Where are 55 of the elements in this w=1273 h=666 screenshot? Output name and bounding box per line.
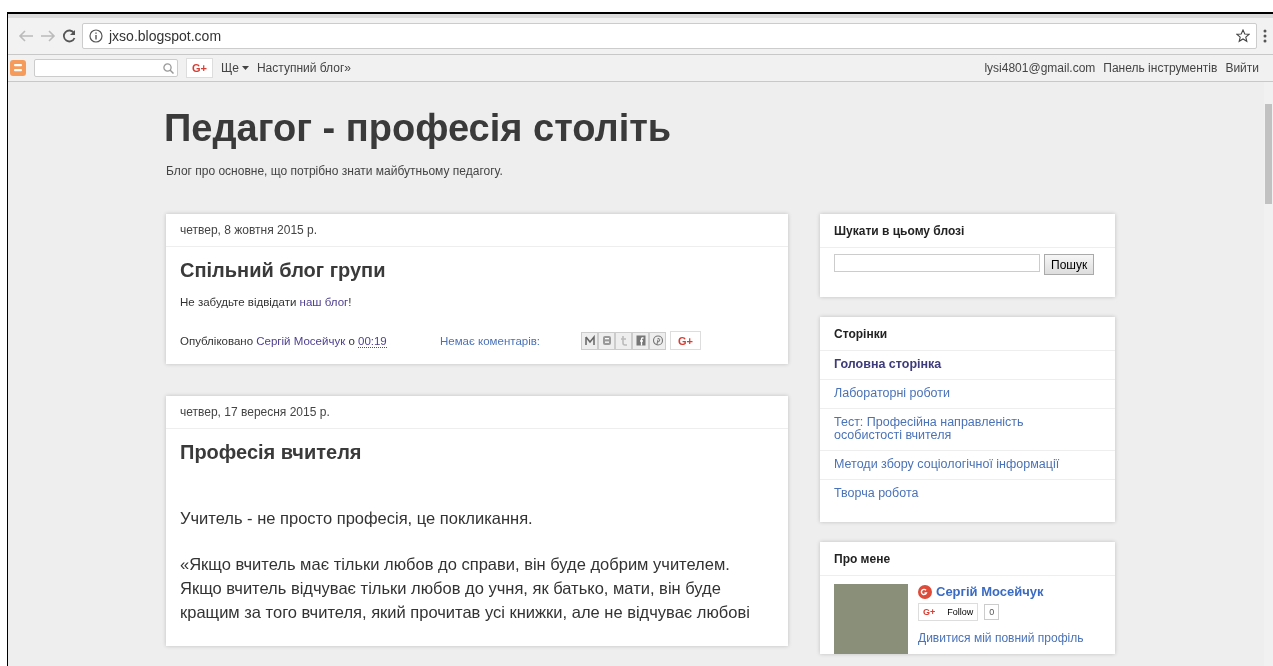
caret-icon[interactable] (241, 66, 249, 70)
sign-out-link[interactable]: Вийти (1225, 61, 1259, 75)
search-button[interactable]: Пошук (1044, 254, 1095, 275)
twitter-share-icon[interactable] (618, 335, 629, 346)
gplus-badge-icon (918, 584, 932, 599)
post-title[interactable]: Спільний блог групи (180, 259, 774, 282)
page-link[interactable]: Головна сторінка (820, 351, 1115, 380)
profile-link[interactable]: Дивитися мій повний профіль (918, 631, 1084, 645)
blog-title[interactable]: Педагог - професія століть (164, 106, 672, 150)
pinterest-share-icon[interactable] (652, 335, 663, 346)
widget-title: Сторінки (820, 317, 1115, 351)
post-date: четвер, 8 жовтня 2015 р. (166, 214, 788, 247)
post-date: четвер, 17 вересня 2015 р. (166, 396, 788, 429)
account-email: lysi4801@gmail.com (984, 61, 1096, 75)
page-link[interactable]: Лабораторні роботи (820, 380, 1115, 409)
follow-label: Follow (947, 607, 974, 617)
scrollbar-thumb[interactable] (1265, 104, 1272, 204)
search-icon[interactable] (163, 62, 174, 74)
follow-button[interactable]: G+ Follow (918, 603, 979, 621)
blog-description: Блог про основне, що потрібно знати майбутньому педагогу. (166, 164, 504, 178)
forward-arrow-icon[interactable] (40, 29, 56, 43)
search-input[interactable] (834, 254, 1040, 272)
star-icon[interactable] (1236, 29, 1250, 43)
post-byline: Опубліковано Сергій Мосейчук о 00:19 (180, 334, 388, 347)
link[interactable]: 00:19 (358, 334, 387, 348)
url-text: jxso.blogspot.com (109, 28, 222, 44)
page-link[interactable]: Творча робота (820, 480, 1115, 508)
page-link[interactable]: Методи збору соціологічної інформації (820, 451, 1115, 480)
menu-icon[interactable] (1263, 29, 1267, 43)
widget-title: Про мене (820, 542, 1115, 576)
post-title[interactable]: Професія вчителя (180, 441, 774, 464)
link[interactable]: Сергій Мосейчук (256, 334, 346, 347)
post-text: «Якщо вчитель має тільки любов до справи, він буде добрим учителем. Якщо вчитель відчуває тільки любов до учня, як батько, мати, він буде кращим за того вчителя, який прочитав усі книжки, але не відчуває любові (180, 554, 751, 623)
facebook-share-icon[interactable] (635, 335, 646, 346)
gplus-share-button[interactable]: G+ (670, 331, 701, 350)
dashboard-link[interactable]: Панель інструментів (1103, 61, 1218, 75)
blogger-logo-icon[interactable] (10, 60, 26, 76)
back-arrow-icon[interactable] (18, 29, 34, 43)
info-icon (89, 29, 103, 43)
page-link[interactable]: Тест: Професійна направленість особистості вчителя (820, 409, 1115, 451)
follower-count: 0 (984, 604, 1000, 620)
profile-name[interactable]: Сергій Мосейчук (936, 584, 1044, 599)
address-bar[interactable]: jxso.blogspot.com (82, 23, 1257, 49)
more-menu[interactable]: Ще (221, 61, 239, 75)
next-blog-link[interactable]: Наступний блог» (256, 61, 351, 75)
post-text: Учитель - не просто професія, це покликання. (180, 508, 534, 529)
widget-title: Шукати в цьому блозі (820, 214, 1115, 248)
post-text: Не забудьте відвідати наш блог! (180, 296, 353, 308)
comments-link[interactable]: Немає коментарів: (440, 334, 581, 347)
blog-share-icon[interactable] (601, 335, 612, 346)
gplus-label: G+ (923, 607, 936, 617)
email-share-icon[interactable] (584, 335, 595, 346)
gplus-button[interactable]: G+ (186, 58, 213, 78)
reload-icon[interactable] (62, 29, 76, 43)
search-field[interactable] (34, 59, 178, 77)
